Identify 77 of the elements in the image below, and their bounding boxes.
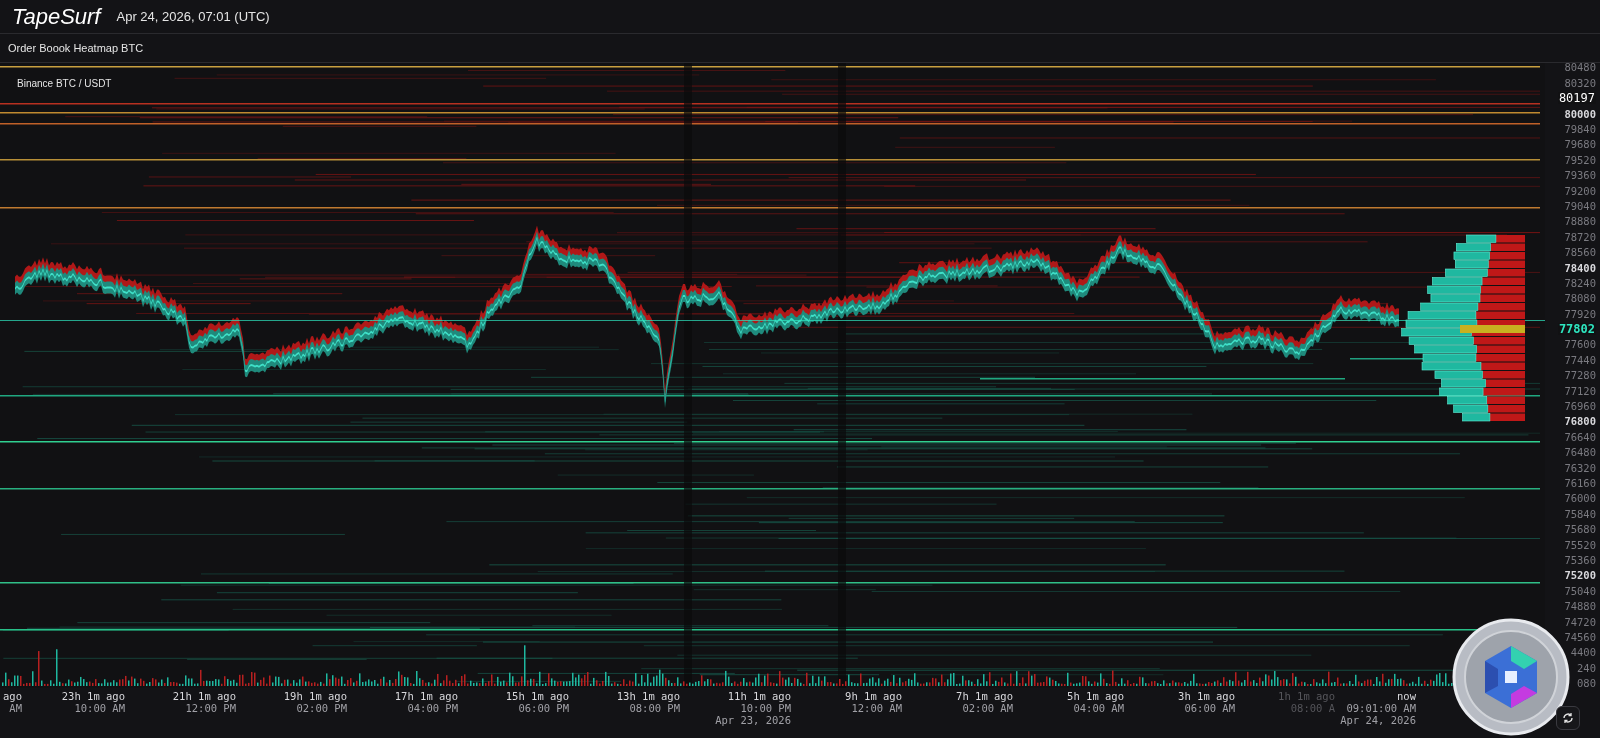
- time-ago-label: 15h 1m ago: [505, 690, 569, 702]
- date-label: Apr 23, 2026: [715, 714, 791, 726]
- date-label: Apr 24, 2026: [1340, 714, 1416, 726]
- axis-label: 78240: [1564, 277, 1596, 289]
- axis-label: 80000: [1564, 108, 1596, 120]
- time-ago-label: 13h 1m ago: [616, 690, 680, 702]
- refresh-button[interactable]: [1556, 706, 1580, 730]
- time-ago-label: 19h 1m ago: [283, 690, 347, 702]
- time-label: 09:01:00 AM: [1346, 702, 1416, 714]
- axis-label: 77440: [1564, 354, 1596, 366]
- chart-label: Binance BTC / USDT: [17, 77, 112, 91]
- axis-label: 76160: [1564, 478, 1596, 489]
- time-label: 10:00 AM: [74, 702, 125, 714]
- time-ago-label: ago: [3, 690, 22, 702]
- page-title: Order Boook Heatmap BTC: [8, 40, 144, 56]
- axis-label: 80480: [1564, 62, 1596, 73]
- logo-text: TapeSurf: [12, 5, 101, 28]
- axis-label: 76000: [1564, 493, 1596, 504]
- time-ago-label: 1h 1m ago: [1278, 690, 1335, 702]
- axis-label: 75040: [1564, 585, 1596, 597]
- axis-label: 75680: [1564, 524, 1596, 535]
- time-label: 08:00 A: [1290, 702, 1335, 714]
- date-time: Apr 24, 2026, 07:01 (UTC): [116, 7, 270, 26]
- refresh-icon: [1562, 712, 1574, 724]
- axis-label: 74560: [1564, 631, 1596, 643]
- time-ago-label: 11h 1m ago: [727, 690, 791, 702]
- axis-label: 79680: [1564, 139, 1596, 150]
- time-ago-label: 3h 1m ago: [1178, 690, 1235, 702]
- time-ago-label: 5h 1m ago: [1067, 690, 1124, 702]
- time-ago-label: 21h 1m ago: [172, 690, 236, 702]
- axis-label: 79200: [1564, 185, 1596, 197]
- axis-label: 76640: [1564, 431, 1596, 443]
- axis-label: 77600: [1564, 339, 1596, 350]
- axis-label: 080: [1577, 678, 1596, 689]
- axis-label: 79520: [1564, 154, 1596, 166]
- axis-label: 78560: [1564, 247, 1596, 258]
- axis-label: 79040: [1564, 200, 1596, 212]
- axis-label: 79360: [1564, 170, 1596, 181]
- axis-label: 76960: [1564, 401, 1596, 412]
- axis-label: 78880: [1564, 216, 1596, 227]
- time-label: 06:00 PM: [518, 702, 569, 714]
- axis-label: 75840: [1564, 508, 1596, 520]
- axis-label: 78720: [1564, 231, 1596, 243]
- time-ago-label: 7h 1m ago: [956, 690, 1013, 702]
- time-ago-label: 17h 1m ago: [394, 690, 458, 702]
- axis-label: 74880: [1564, 601, 1596, 612]
- axis-label: 78080: [1564, 293, 1596, 304]
- time-label: 02:00 PM: [296, 702, 347, 714]
- axis-label: 75360: [1564, 554, 1596, 566]
- time-label: 10:00 PM: [740, 702, 791, 714]
- axis-label: 79840: [1564, 124, 1596, 135]
- axis-label: 77920: [1564, 308, 1596, 320]
- axis-label: 77120: [1564, 385, 1596, 397]
- axis-label: 240: [1577, 662, 1596, 674]
- axis-label: 76480: [1564, 447, 1596, 458]
- axis-label: 4400: [1570, 647, 1596, 658]
- time-label: 12:00 PM: [185, 702, 236, 714]
- time-label: 06:00 AM: [1184, 702, 1235, 714]
- time-ago-label: now: [1397, 690, 1416, 702]
- axis-label: 75200: [1564, 570, 1596, 581]
- axis-label: 78400: [1564, 262, 1596, 273]
- axis-label: 77802: [1557, 323, 1596, 336]
- time-label: 12:00 AM: [851, 702, 902, 714]
- time-label: 04:00 AM: [1073, 702, 1124, 714]
- axis-label: 76800: [1564, 416, 1596, 427]
- axis-label: 80197: [1557, 92, 1596, 105]
- time-label: 02:00 AM: [962, 702, 1013, 714]
- axis-label: 77280: [1564, 370, 1596, 381]
- time-label: 04:00 PM: [407, 702, 458, 714]
- time-label: 08:00 PM: [629, 702, 680, 714]
- axis-label: 80320: [1564, 77, 1596, 89]
- time-label: AM: [9, 702, 22, 714]
- axis-label: 76320: [1564, 462, 1596, 474]
- time-ago-label: 9h 1m ago: [845, 690, 902, 702]
- axis-label: 75520: [1564, 539, 1596, 551]
- axis-label: 74720: [1564, 616, 1596, 627]
- time-ago-label: 23h 1m ago: [61, 690, 125, 702]
